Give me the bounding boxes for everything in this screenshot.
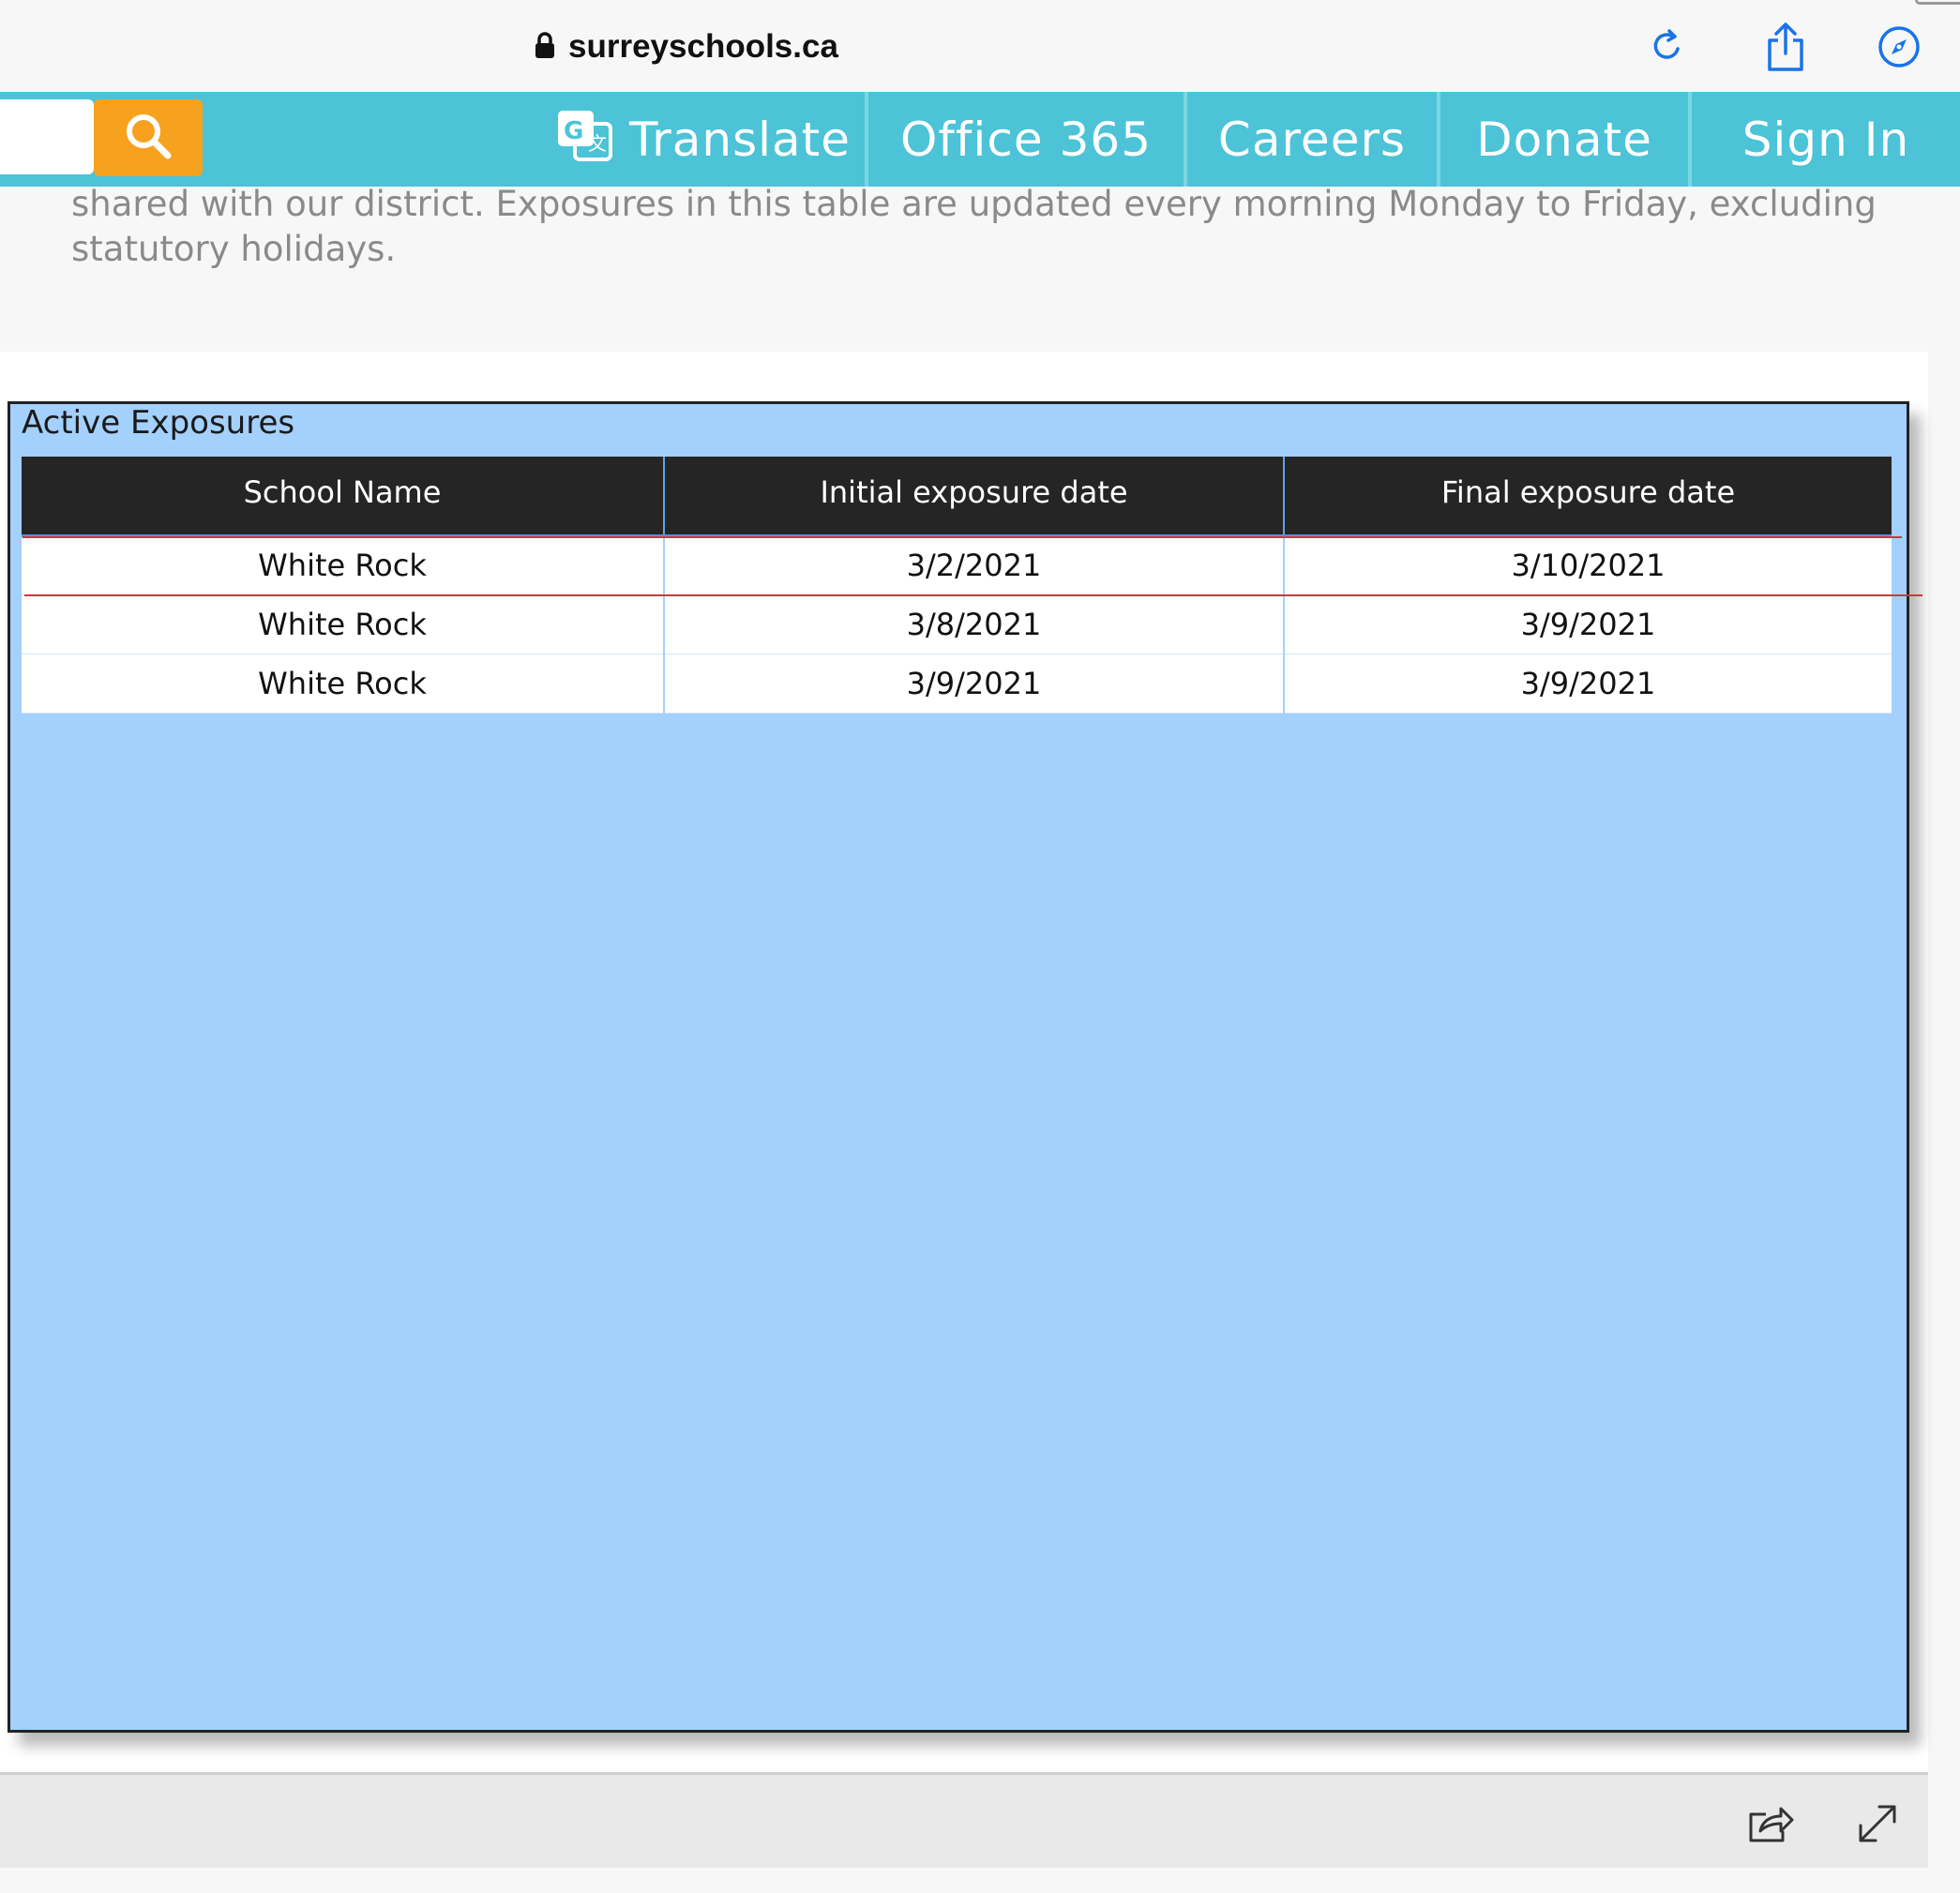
google-translate-icon: G 文 bbox=[556, 107, 612, 173]
expand-icon[interactable] bbox=[1849, 1795, 1906, 1852]
compass-icon[interactable] bbox=[1871, 19, 1927, 75]
intro-paragraph: shared with our district. Exposures in t… bbox=[71, 184, 1877, 269]
active-exposures-report[interactable]: Active Exposures School Name Initial exp… bbox=[8, 401, 1909, 1733]
cell-final-date: 3/9/2021 bbox=[1284, 654, 1892, 714]
nav-donate[interactable]: Donate bbox=[1440, 92, 1688, 187]
cell-school-name: White Rock bbox=[22, 535, 665, 595]
cell-initial-date: 3/8/2021 bbox=[664, 594, 1285, 654]
exposures-table: School Name Initial exposure date Final … bbox=[22, 457, 1892, 714]
search-input[interactable] bbox=[0, 99, 94, 174]
cell-school-name: White Rock bbox=[22, 594, 665, 654]
table-row[interactable]: White Rock 3/9/2021 3/9/2021 bbox=[22, 654, 1892, 714]
share-icon[interactable] bbox=[1757, 19, 1814, 75]
column-header-school-name[interactable]: School Name bbox=[22, 457, 665, 537]
lock-icon bbox=[535, 31, 555, 64]
highlight-line bbox=[24, 594, 1922, 596]
nav-sign-in[interactable]: Sign In bbox=[1692, 92, 1960, 187]
nav-office-365[interactable]: Office 365 bbox=[868, 92, 1184, 187]
url-text: surreyschools.ca bbox=[568, 28, 838, 65]
nav-sign-in-label: Sign In bbox=[1741, 112, 1910, 167]
reload-icon[interactable] bbox=[1639, 19, 1696, 75]
table-row[interactable]: White Rock 3/8/2021 3/9/2021 bbox=[22, 594, 1892, 654]
window-corner bbox=[1915, 0, 1960, 5]
highlight-line bbox=[23, 536, 1902, 538]
column-header-initial-date[interactable]: Initial exposure date bbox=[664, 457, 1285, 537]
nav-careers[interactable]: Careers bbox=[1187, 92, 1437, 187]
site-navigation: G 文 Translate Office 365 Careers Donate … bbox=[0, 92, 1960, 187]
search-button[interactable] bbox=[94, 99, 203, 176]
column-header-final-date[interactable]: Final exposure date bbox=[1284, 457, 1892, 537]
share-report-icon[interactable] bbox=[1742, 1795, 1799, 1852]
table-header-row: School Name Initial exposure date Final … bbox=[22, 457, 1892, 537]
nav-careers-label: Careers bbox=[1217, 112, 1407, 167]
browser-toolbar: surreyschools.ca bbox=[0, 0, 1960, 92]
table-row[interactable]: White Rock 3/2/2021 3/10/2021 bbox=[22, 535, 1892, 595]
cell-initial-date: 3/9/2021 bbox=[664, 654, 1285, 714]
cell-initial-date: 3/2/2021 bbox=[664, 535, 1285, 595]
nav-donate-label: Donate bbox=[1476, 112, 1652, 167]
svg-text:文: 文 bbox=[588, 132, 608, 155]
nav-translate-label: Translate bbox=[628, 112, 852, 167]
address-bar[interactable]: surreyschools.ca bbox=[535, 21, 838, 73]
report-footer-toolbar bbox=[0, 1772, 1928, 1868]
nav-office-365-label: Office 365 bbox=[899, 112, 1153, 167]
cell-school-name: White Rock bbox=[22, 654, 665, 714]
cell-final-date: 3/10/2021 bbox=[1284, 535, 1892, 595]
nav-translate[interactable]: G 文 Translate bbox=[544, 92, 863, 187]
svg-text:G: G bbox=[564, 117, 584, 145]
report-title: Active Exposures bbox=[22, 404, 295, 442]
cell-final-date: 3/9/2021 bbox=[1284, 594, 1892, 654]
search-icon bbox=[123, 111, 173, 166]
